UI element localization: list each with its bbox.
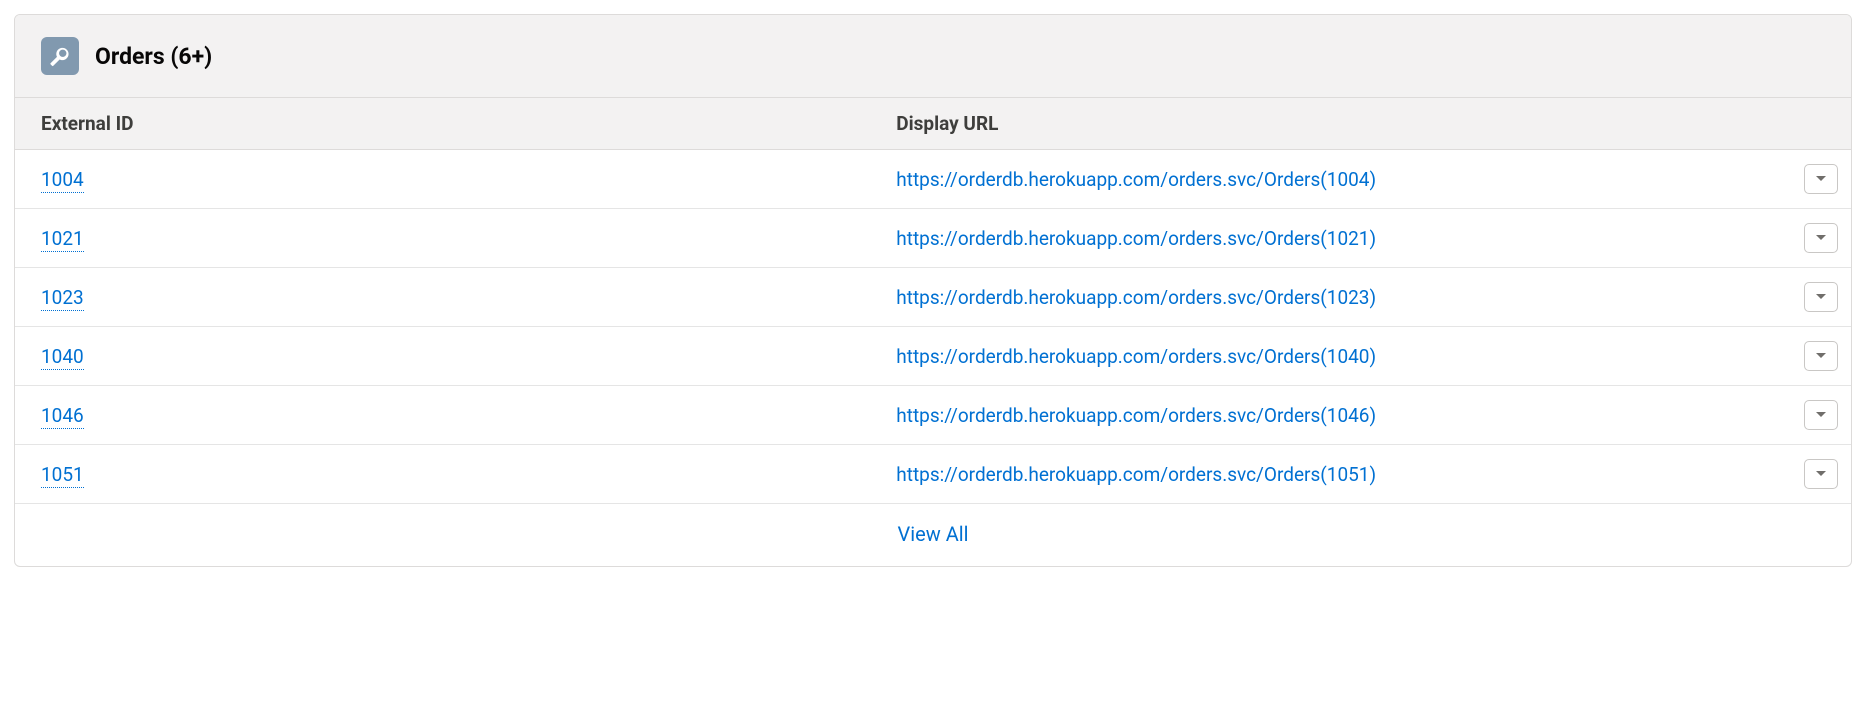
display-url-link[interactable]: https://orderdb.herokuapp.com/orders.svc…: [896, 227, 1376, 250]
display-url-link[interactable]: https://orderdb.herokuapp.com/orders.svc…: [896, 463, 1376, 486]
row-action-button[interactable]: [1804, 400, 1838, 430]
column-header-external-id: External ID: [15, 112, 896, 135]
table-row: 1051 https://orderdb.herokuapp.com/order…: [15, 445, 1851, 504]
table-body: 1004 https://orderdb.herokuapp.com/order…: [15, 150, 1851, 504]
external-id-link[interactable]: 1040: [41, 345, 84, 370]
panel-header: Orders (6+): [15, 15, 1851, 98]
chevron-down-icon: [1815, 231, 1827, 246]
panel-title: Orders (6+): [95, 43, 212, 70]
row-action-button[interactable]: [1804, 341, 1838, 371]
chevron-down-icon: [1815, 290, 1827, 305]
table-row: 1023 https://orderdb.herokuapp.com/order…: [15, 268, 1851, 327]
external-id-link[interactable]: 1021: [41, 227, 84, 252]
display-url-link[interactable]: https://orderdb.herokuapp.com/orders.svc…: [896, 345, 1376, 368]
external-id-link[interactable]: 1051: [41, 463, 84, 488]
chevron-down-icon: [1815, 172, 1827, 187]
external-id-link[interactable]: 1023: [41, 286, 84, 311]
orders-panel: Orders (6+) External ID Display URL 1004…: [14, 14, 1852, 567]
row-action-button[interactable]: [1804, 459, 1838, 489]
column-headers: External ID Display URL: [15, 98, 1851, 150]
table-row: 1004 https://orderdb.herokuapp.com/order…: [15, 150, 1851, 209]
panel-footer: View All: [15, 504, 1851, 566]
chevron-down-icon: [1815, 467, 1827, 482]
table-row: 1021 https://orderdb.herokuapp.com/order…: [15, 209, 1851, 268]
table-row: 1040 https://orderdb.herokuapp.com/order…: [15, 327, 1851, 386]
external-id-link[interactable]: 1004: [41, 168, 84, 193]
chevron-down-icon: [1815, 408, 1827, 423]
chevron-down-icon: [1815, 349, 1827, 364]
display-url-link[interactable]: https://orderdb.herokuapp.com/orders.svc…: [896, 404, 1376, 427]
display-url-link[interactable]: https://orderdb.herokuapp.com/orders.svc…: [896, 286, 1376, 309]
row-action-button[interactable]: [1804, 164, 1838, 194]
row-action-button[interactable]: [1804, 282, 1838, 312]
display-url-link[interactable]: https://orderdb.herokuapp.com/orders.svc…: [896, 168, 1376, 191]
wrench-icon: [41, 37, 79, 75]
row-action-button[interactable]: [1804, 223, 1838, 253]
column-header-display-url: Display URL: [896, 112, 1851, 135]
table-row: 1046 https://orderdb.herokuapp.com/order…: [15, 386, 1851, 445]
external-id-link[interactable]: 1046: [41, 404, 84, 429]
view-all-link[interactable]: View All: [898, 522, 969, 546]
